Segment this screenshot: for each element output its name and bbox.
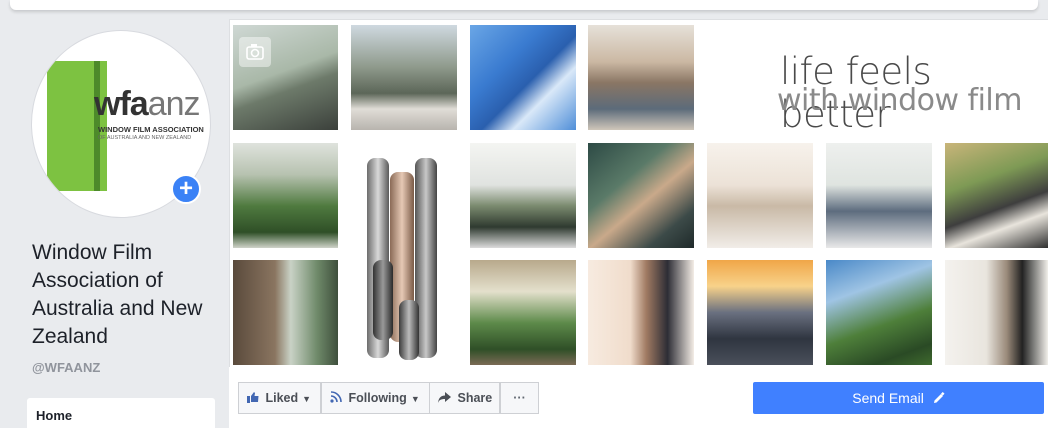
nav-item-home[interactable]: Home (27, 398, 215, 428)
camera-icon[interactable] (239, 37, 271, 67)
cover-tile-office-man (826, 143, 932, 248)
cover-tile-lobby (470, 143, 576, 248)
page-title: Window Film Association of Australia and… (32, 241, 203, 348)
cover-tile-bright-room (707, 143, 813, 248)
cover-tile-car-passenger (588, 143, 694, 248)
cover-tile-rain-window (826, 260, 932, 365)
following-button[interactable]: Following ▼ (321, 382, 430, 414)
share-arrow-icon (438, 391, 454, 405)
logo-subtitle: WINDOW FILM ASSOCIATION (98, 125, 204, 134)
cover-tile-sunroom (351, 25, 457, 130)
page-handle[interactable]: @WFAANZ (32, 360, 100, 375)
cover-tile-greenhouse (233, 143, 338, 248)
rss-icon (330, 391, 345, 405)
cover-tile-woman-window (945, 260, 1048, 365)
cover-tile-woman-shopping (588, 260, 694, 365)
cover-tile-dog-car (945, 143, 1048, 248)
logo-wordmark: wfaanz (94, 85, 201, 123)
share-button[interactable]: Share (429, 382, 500, 414)
send-email-button[interactable]: Send Email (753, 382, 1044, 414)
cover-tile-driver-sunset (707, 260, 813, 365)
cover-tile-atrium (470, 260, 576, 365)
thumbs-up-icon (247, 391, 262, 405)
pencil-icon (928, 390, 945, 406)
top-nav-bar (10, 0, 1038, 10)
logo-subtitle-2: OF AUSTRALIA AND NEW ZEALAND (98, 135, 192, 141)
liked-button[interactable]: Liked ▼ (238, 382, 321, 414)
cover-tile-film-rolls (361, 150, 443, 362)
cover-tile-cat (233, 260, 338, 365)
chevron-down-icon: ▼ (302, 394, 312, 404)
cover-tile-woman-coffee (588, 25, 694, 130)
cover-tagline-line-2: with window film (777, 83, 1023, 118)
cover-tile-glass-building (470, 25, 576, 130)
add-photo-button[interactable]: + (171, 174, 201, 204)
more-options-button[interactable]: ··· (500, 382, 539, 414)
chevron-down-icon: ▼ (410, 394, 420, 404)
